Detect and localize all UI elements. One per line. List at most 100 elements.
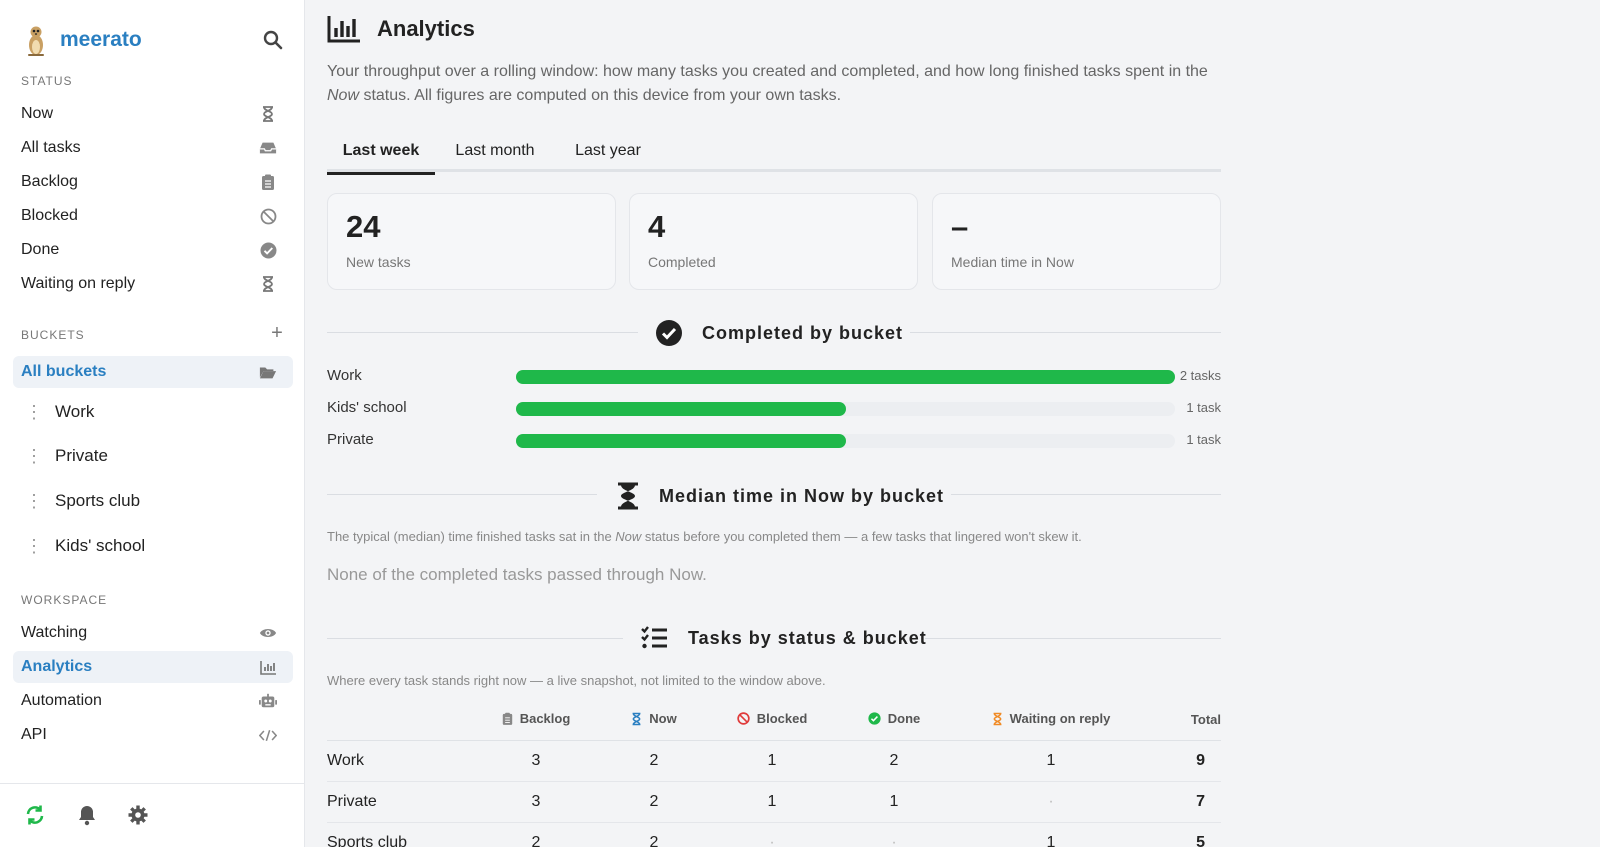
meerkat-logo-icon (28, 26, 44, 56)
sidebar-item-label: Waiting on reply (21, 275, 136, 292)
sidebar-item-label: Automation (21, 692, 102, 709)
brand[interactable]: meerato (21, 22, 142, 58)
sidebar-item-label: Now (21, 105, 54, 122)
card-label: New tasks (346, 254, 411, 270)
bucket-label: Work (55, 402, 95, 421)
page-header: Analytics (327, 14, 475, 44)
column-label: Backlog (519, 711, 571, 726)
sidebar-item-label: Done (21, 241, 60, 258)
bucket-item-private[interactable]: ⋮ Private (13, 438, 293, 474)
column-label: Now (649, 711, 677, 726)
bar-track (516, 434, 1175, 448)
sidebar-footer (0, 783, 305, 847)
drag-handle-icon[interactable]: ⋮ (13, 492, 55, 510)
section-title: Tasks by status & bucket (688, 627, 927, 648)
bucket-item-sports-club[interactable]: ⋮ Sports club (13, 483, 293, 519)
sidebar-item-automation[interactable]: Automation (13, 685, 293, 717)
sidebar-item-backlog[interactable]: Backlog (13, 166, 293, 198)
tab-last-month[interactable]: Last month (435, 130, 555, 172)
sidebar-item-label: Watching (21, 624, 88, 641)
sidebar-item-now[interactable]: Now (13, 98, 293, 130)
sidebar-item-blocked[interactable]: Blocked (13, 200, 293, 232)
tab-last-year[interactable]: Last year (555, 130, 661, 172)
gear-icon[interactable] (127, 804, 149, 826)
card-value: 4 (648, 209, 666, 244)
sidebar-item-label: All buckets (21, 363, 107, 380)
section-title: Median time in Now by bucket (659, 485, 945, 506)
table-cell: 3 (477, 781, 595, 823)
median-section-note: The typical (median) time finished tasks… (327, 529, 1082, 544)
window-tabs: Last week Last month Last year (327, 130, 1221, 175)
clipboard-icon (259, 173, 277, 191)
table-row: Work 3 2 1 2 1 9 (327, 740, 1221, 782)
card-completed: 4 Completed (629, 193, 918, 290)
completed-section-header: Completed by bucket (327, 317, 1221, 349)
table-cell: 2 (595, 740, 713, 782)
row-bucket-name: Work (327, 740, 477, 782)
sidebar-item-analytics[interactable]: Analytics (13, 651, 293, 683)
note-emphasis: Now (615, 529, 642, 544)
checklist-icon (641, 626, 667, 649)
table-cell: 2 (595, 781, 713, 823)
check-circle-icon (259, 241, 277, 259)
sidebar-item-done[interactable]: Done (13, 234, 293, 266)
sidebar-item-all-buckets[interactable]: All buckets (13, 356, 293, 388)
table-cell: · (957, 781, 1145, 823)
table-header-row: Backlog Now Blocked Done Waiting on repl… (327, 700, 1221, 741)
hourglass-icon (259, 275, 277, 293)
sidebar-item-waiting-on-reply[interactable]: Waiting on reply (13, 268, 293, 300)
sidebar-item-label: All tasks (21, 139, 81, 156)
table-cell: 2 (595, 822, 713, 847)
sidebar-item-label: API (21, 726, 47, 743)
bucket-bar-row: Work 2 tasks (327, 365, 1221, 387)
add-bucket-button[interactable]: + (268, 323, 286, 343)
row-bucket-name: Sports club (327, 822, 477, 847)
bar-count: 2 tasks (1179, 368, 1221, 383)
drag-handle-icon[interactable]: ⋮ (13, 403, 55, 421)
table-cell: · (831, 822, 957, 847)
status-section-label: STATUS (21, 74, 73, 88)
bar-count: 1 task (1186, 400, 1221, 415)
tab-last-week[interactable]: Last week (327, 130, 435, 175)
drag-handle-icon[interactable]: ⋮ (13, 447, 55, 465)
table-cell-total: 7 (1145, 781, 1221, 823)
bell-icon[interactable] (76, 804, 98, 826)
bar-fill (516, 434, 846, 448)
check-circle-icon (656, 320, 682, 346)
bucket-item-kids-school[interactable]: ⋮ Kids' school (13, 528, 293, 564)
hourglass-icon (618, 482, 638, 510)
sidebar-item-all-tasks[interactable]: All tasks (13, 132, 293, 164)
status-section-header: Tasks by status & bucket (327, 623, 1221, 655)
median-section-header: Median time in Now by bucket (327, 479, 1221, 511)
intro-text: Your throughput over a rolling window: h… (327, 63, 1208, 80)
bucket-label: Private (55, 446, 108, 465)
table-cell: · (713, 822, 831, 847)
table-cell: 1 (713, 740, 831, 782)
inbox-icon (259, 139, 277, 157)
hourglass-icon (632, 712, 641, 725)
bucket-item-work[interactable]: ⋮ Work (13, 394, 293, 430)
ban-icon (259, 207, 277, 225)
card-new-tasks: 24 New tasks (327, 193, 616, 290)
sync-icon[interactable] (24, 804, 46, 826)
sidebar-item-watching[interactable]: Watching (13, 617, 293, 649)
table-cell-total: 9 (1145, 740, 1221, 782)
bucket-label: Sports club (55, 491, 141, 510)
sidebar-item-api[interactable]: API (13, 719, 293, 751)
search-icon[interactable] (262, 29, 284, 51)
card-label: Completed (648, 254, 716, 270)
table-row: Private 3 2 1 1 · 7 (327, 781, 1221, 823)
hourglass-icon (259, 105, 277, 123)
note-text-end: status before you completed them — a few… (641, 529, 1082, 544)
section-title: Completed by bucket (702, 322, 904, 343)
bar-track (516, 402, 1175, 416)
column-header-backlog: Backlog (477, 700, 595, 741)
table-cell: 2 (831, 740, 957, 782)
drag-handle-icon[interactable]: ⋮ (13, 537, 55, 555)
ban-icon (737, 712, 750, 725)
page-intro: Your throughput over a rolling window: h… (327, 60, 1217, 108)
median-empty-state: None of the completed tasks passed throu… (327, 565, 707, 584)
bar-count: 1 task (1186, 432, 1221, 447)
sidebar-item-label: Backlog (21, 173, 78, 190)
status-section-note: Where every task stands right now — a li… (327, 673, 826, 688)
